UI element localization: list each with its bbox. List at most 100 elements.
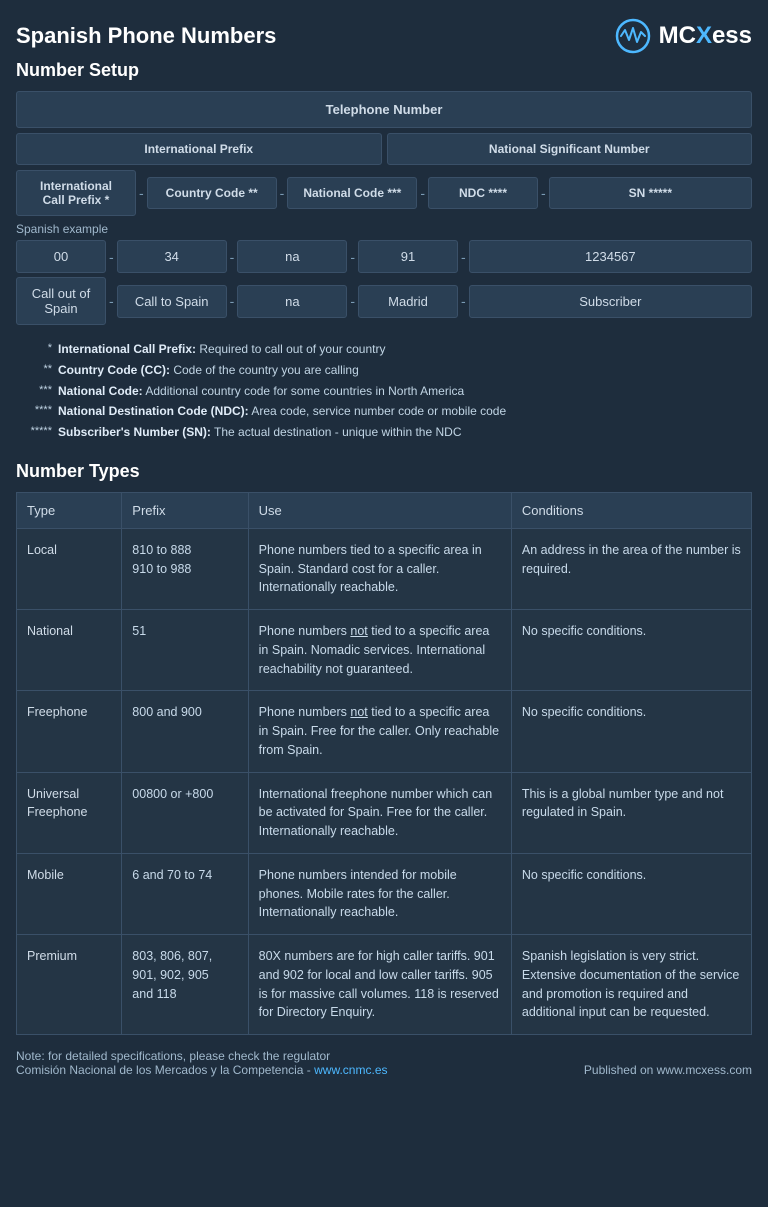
logo-ess: ess <box>712 22 752 49</box>
sep3: - <box>417 185 428 201</box>
cc-cell-wrap: Country Code ** <box>147 177 277 209</box>
table-row: Premium803, 806, 807,901, 902, 905and 11… <box>17 935 752 1035</box>
type-cell: Freephone <box>17 691 122 772</box>
label-sep2: - <box>227 293 238 309</box>
note-item: **** National Destination Code (NDC): Are… <box>16 403 752 420</box>
type-cell: National <box>17 610 122 691</box>
ex-icp-value: 00 <box>16 240 106 273</box>
footer-published: Published on www.mcxess.com <box>584 1063 752 1077</box>
telephone-row: Telephone Number <box>16 91 752 128</box>
note-item: ** Country Code (CC): Code of the country… <box>16 362 752 379</box>
type-cell: Mobile <box>17 853 122 934</box>
note-text: National Code: Additional country code f… <box>58 383 752 400</box>
note-stars: ***** <box>16 424 52 441</box>
type-cell: Universal Freephone <box>17 772 122 853</box>
ex-ndc-value: 91 <box>358 240 458 273</box>
label-icp: Call out of Spain <box>16 277 106 325</box>
note-item: *International Call Prefix: Required to … <box>16 341 752 358</box>
label-nc: na <box>237 285 347 318</box>
ex-sn-value: 1234567 <box>469 240 752 273</box>
table-row: National51Phone numbers not tied to a sp… <box>17 610 752 691</box>
number-types-title: Number Types <box>16 461 752 482</box>
cc-box: Country Code ** <box>147 177 277 209</box>
use-cell: International freephone number which can… <box>248 772 511 853</box>
table-row: Universal Freephone00800 or +800Internat… <box>17 772 752 853</box>
nc-cell-wrap: National Code *** <box>287 177 417 209</box>
conditions-cell: No specific conditions. <box>511 610 751 691</box>
prefix-cell: 51 <box>122 610 248 691</box>
note-item: ***** Subscriber's Number (SN): The actua… <box>16 424 752 441</box>
label-cc: Call to Spain <box>117 285 227 318</box>
label-sep3: - <box>347 293 358 309</box>
example-labels-row: Call out of Spain - Call to Spain - na -… <box>16 277 752 325</box>
national-significant-number-box: National Significant Number <box>387 133 753 165</box>
international-prefix-box: International Prefix <box>16 133 382 165</box>
label-sep1: - <box>106 293 117 309</box>
note-text: Subscriber's Number (SN): The actual des… <box>58 424 752 441</box>
table-row: Freephone800 and 900Phone numbers not ti… <box>17 691 752 772</box>
example-values-row: 00 - 34 - na - 91 - 1234567 <box>16 240 752 273</box>
table-header-row: TypePrefixUseConditions <box>17 492 752 528</box>
use-cell: Phone numbers intended for mobile phones… <box>248 853 511 934</box>
sep4: - <box>538 185 549 201</box>
note-stars: ** <box>16 362 52 379</box>
footer: Note: for detailed specifications, pleas… <box>16 1049 752 1077</box>
logo-text: MCXess <box>659 22 752 50</box>
conditions-cell: An address in the area of the number is … <box>511 528 751 609</box>
footer-note: Note: for detailed specifications, pleas… <box>16 1049 388 1063</box>
ex-sep4: - <box>458 249 469 265</box>
table-header-cell: Use <box>248 492 511 528</box>
ex-sep2: - <box>227 249 238 265</box>
table-row: Mobile6 and 70 to 74Phone numbers intend… <box>17 853 752 934</box>
prefix-cell: 6 and 70 to 74 <box>122 853 248 934</box>
note-text: National Destination Code (NDC): Area co… <box>58 403 752 420</box>
label-ndc: Madrid <box>358 285 458 318</box>
note-stars: **** <box>16 403 52 420</box>
footer-regulator: Comisión Nacional de los Mercados y la C… <box>16 1063 388 1077</box>
number-types-table: TypePrefixUseConditions Local810 to 8889… <box>16 492 752 1035</box>
prefix-cell: 803, 806, 807,901, 902, 905and 118 <box>122 935 248 1035</box>
use-cell: 80X numbers are for high caller tariffs.… <box>248 935 511 1035</box>
example-label: Spanish example <box>16 222 752 236</box>
conditions-cell: No specific conditions. <box>511 853 751 934</box>
note-item: *** National Code: Additional country cod… <box>16 383 752 400</box>
number-setup-section: Number Setup Telephone Number Internatio… <box>16 60 752 325</box>
sep1: - <box>136 185 147 201</box>
logo-x: X <box>696 22 712 49</box>
number-setup-title: Number Setup <box>16 60 752 81</box>
sn-box: SN ***** <box>549 177 752 209</box>
prefix-nsn-row: International Prefix National Significan… <box>16 133 752 165</box>
header: Spanish Phone Numbers MCXess <box>16 18 752 54</box>
icp-box: InternationalCall Prefix * <box>16 170 136 216</box>
icp-cell-wrap: InternationalCall Prefix * <box>16 170 136 216</box>
sep2: - <box>277 185 288 201</box>
footer-left: Note: for detailed specifications, pleas… <box>16 1049 388 1077</box>
prefix-cell: 800 and 900 <box>122 691 248 772</box>
ndc-box: NDC **** <box>428 177 538 209</box>
table-header-cell: Prefix <box>122 492 248 528</box>
label-sn: Subscriber <box>469 285 752 318</box>
footer-regulator-link[interactable]: www.cnmc.es <box>314 1063 387 1077</box>
type-cell: Premium <box>17 935 122 1035</box>
note-stars: *** <box>16 383 52 400</box>
logo-icon <box>615 18 651 54</box>
note-text: Country Code (CC): Code of the country y… <box>58 362 752 379</box>
prefix-cell: 810 to 888910 to 988 <box>122 528 248 609</box>
prefix-cell: 00800 or +800 <box>122 772 248 853</box>
logo-mc: MC <box>659 22 696 49</box>
number-types-section: Number Types TypePrefixUseConditions Loc… <box>16 461 752 1035</box>
notes-section: *International Call Prefix: Required to … <box>16 341 752 441</box>
note-text: International Call Prefix: Required to c… <box>58 341 752 358</box>
ex-sep3: - <box>347 249 358 265</box>
ndc-cell-wrap: NDC **** <box>428 177 538 209</box>
label-sep4: - <box>458 293 469 309</box>
page-title: Spanish Phone Numbers <box>16 23 276 49</box>
table-header-cell: Conditions <box>511 492 751 528</box>
telephone-number-box: Telephone Number <box>16 91 752 128</box>
use-cell: Phone numbers not tied to a specific are… <box>248 691 511 772</box>
conditions-cell: This is a global number type and not reg… <box>511 772 751 853</box>
type-cell: Local <box>17 528 122 609</box>
logo: MCXess <box>615 18 752 54</box>
ex-nc-value: na <box>237 240 347 273</box>
use-cell: Phone numbers tied to a specific area in… <box>248 528 511 609</box>
